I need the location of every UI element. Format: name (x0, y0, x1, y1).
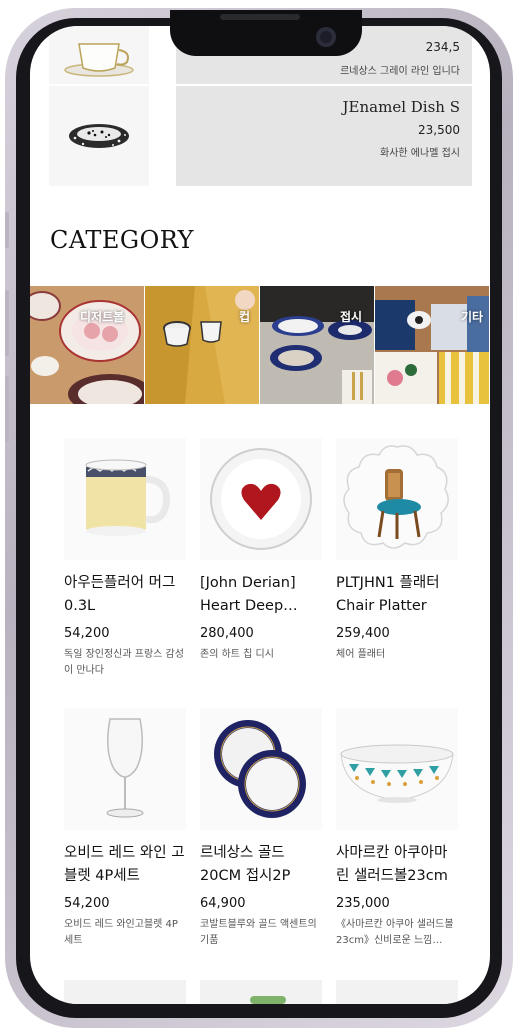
product-name: 오비드 레드 와인 고블렛 4P세트 (64, 845, 185, 884)
recent-item-desc: 화사한 에나멜 접시 (380, 148, 460, 159)
category-label: 기타 (461, 310, 484, 324)
recent-item-title: JEnamel Dish S (342, 98, 460, 116)
product-price: 235,000 (336, 896, 390, 911)
chair-platter-icon (336, 438, 458, 560)
front-camera-icon (316, 27, 336, 47)
category-tile-dessert-bowl[interactable]: 디저트볼 (30, 286, 144, 404)
product-name: 르네상스 골드 20CM 접시2P (200, 845, 291, 884)
speaker-grille (220, 14, 300, 20)
product-card-partial[interactable] (336, 980, 458, 1004)
product-desc: 코발트블루와 골드 액센트의 기품 (200, 919, 317, 946)
product-card[interactable]: PLTJHN1 플래터 Chair Platter 259,400 체어 플래터 (336, 438, 458, 679)
product-card[interactable]: 르네상스 골드 20CM 접시2P 64,900 코발트블루와 골드 액센트의 … (200, 708, 322, 949)
product-card[interactable]: 아우든플러어 머그 0.3L 54,200 독일 장인정신과 프랑스 감성이 만… (64, 438, 186, 679)
product-card[interactable]: 사마르칸 아쿠아마린 샐러드볼23cm 235,000 《사마르칸 아쿠아 샐러… (336, 708, 458, 949)
heart-dish-icon (200, 438, 322, 560)
recent-item-desc: 르네상스 그레이 라인 입니다 (340, 66, 460, 77)
leaf-icon (250, 996, 286, 1004)
category-label: 디저트볼 (80, 310, 125, 324)
product-card[interactable]: 오비드 레드 와인 고블렛 4P세트 54,200 오비드 레드 와인고블렛 4… (64, 708, 186, 949)
product-price: 54,200 (64, 626, 110, 641)
enamel-dish-thumbnail (49, 86, 149, 186)
category-label: 컵 (239, 310, 251, 324)
wine-glass-icon (64, 708, 186, 830)
category-tile-plate[interactable]: 접시 (260, 286, 374, 404)
volume-down-button (5, 376, 9, 442)
plates-icon (200, 708, 322, 830)
phone-notch (170, 10, 362, 56)
recent-item-info: JEnamel Dish S 23,500 화사한 에나멜 접시 (176, 86, 472, 186)
category-tile-etc[interactable]: 기타 (375, 286, 489, 404)
category-strip: 디저트볼 컵 접시 기타 (30, 286, 490, 404)
product-price: 64,900 (200, 896, 246, 911)
category-tile-cup[interactable]: 컵 (145, 286, 259, 404)
mug-icon (64, 438, 186, 560)
product-name: 사마르칸 아쿠아마린 샐러드볼23cm (336, 845, 448, 884)
volume-up-button (5, 290, 9, 356)
product-desc: 오비드 레드 와인고블렛 4P세트 (64, 919, 178, 946)
product-price: 54,200 (64, 896, 110, 911)
salad-bowl-icon (336, 708, 458, 830)
product-name: PLTJHN1 플래터 Chair Platter (336, 575, 440, 614)
product-price: 259,400 (336, 626, 390, 641)
product-desc: 《사마르칸 아쿠아 샐러드볼23cm》신비로운 느낌… (336, 919, 454, 946)
product-desc: 체어 플래터 (336, 649, 386, 660)
teacup-thumbnail (49, 26, 149, 84)
app-screen: 234,5 르네상스 그레이 라인 입니다 JEnamel Dish S 23,… (30, 26, 490, 1004)
product-name: 아우든플러어 머그 0.3L (64, 575, 176, 614)
product-card-partial[interactable] (64, 980, 186, 1004)
product-name: [John Derian] Heart Deep… (200, 575, 298, 614)
product-price: 280,400 (200, 626, 254, 641)
product-desc: 독일 장인정신과 프랑스 감성이 만나다 (64, 649, 184, 676)
category-heading: CATEGORY (50, 226, 194, 254)
recent-item-row[interactable]: JEnamel Dish S 23,500 화사한 에나멜 접시 (30, 86, 490, 186)
product-card-partial[interactable] (200, 980, 322, 1004)
mute-switch (5, 212, 9, 248)
product-card[interactable]: [John Derian] Heart Deep… 280,400 존의 하트 … (200, 438, 322, 679)
recent-item-price: 23,500 (418, 123, 460, 137)
recent-item-price: 234,5 (425, 40, 460, 54)
category-label: 접시 (340, 310, 363, 324)
product-desc: 존의 하트 칩 디시 (200, 649, 274, 660)
